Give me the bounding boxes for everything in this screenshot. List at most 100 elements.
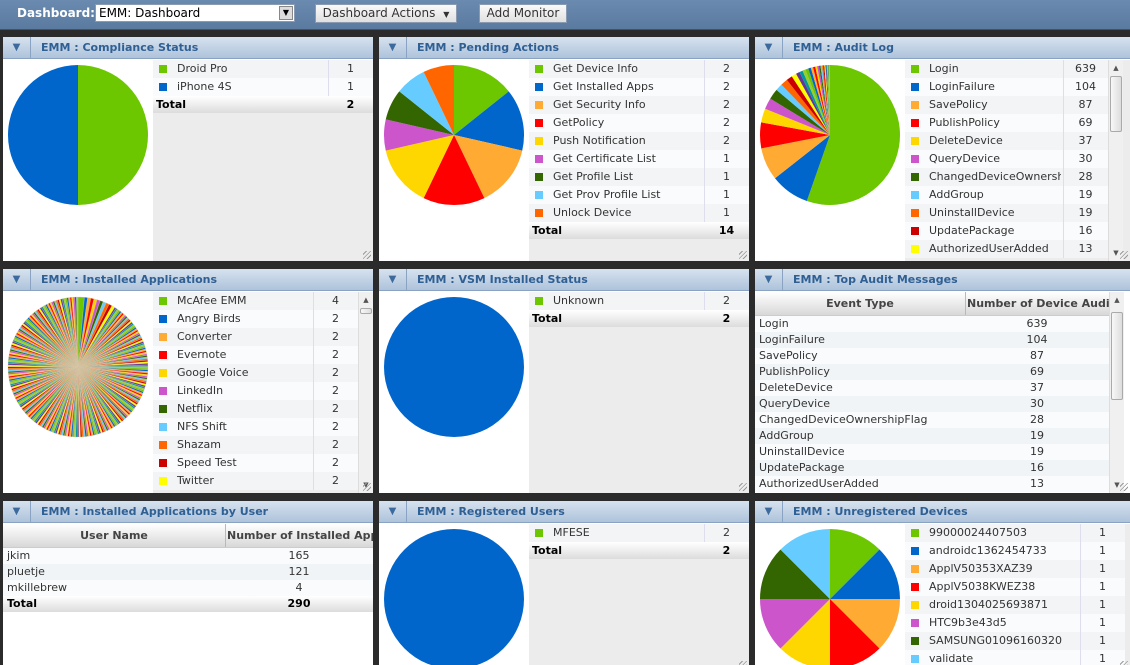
table-row[interactable]: UpdatePackage 16 <box>755 460 1109 476</box>
resize-grip-icon[interactable] <box>1120 661 1128 665</box>
legend-row[interactable]: AddGroup 19 <box>905 186 1108 204</box>
legend-row[interactable]: Droid Pro 1 <box>153 60 373 78</box>
table-row[interactable]: mkillebrew 4 <box>3 580 373 596</box>
table-row[interactable]: pluetje 121 <box>3 564 373 580</box>
legend-row[interactable]: GetPolicy 2 <box>529 114 749 132</box>
legend-row[interactable]: Shazam 2 <box>153 436 358 454</box>
table-row[interactable]: AuthorizedUserAdded 13 <box>755 476 1109 492</box>
chevron-down-icon: ▼ <box>443 10 450 19</box>
column-header[interactable]: Number of Installed Appli <box>227 524 373 548</box>
column-divider[interactable] <box>965 292 966 315</box>
pie-slice[interactable] <box>384 297 524 437</box>
collapse-triangle-icon[interactable]: ▼ <box>3 501 31 523</box>
scroll-up-icon[interactable]: ▲ <box>359 294 373 306</box>
legend-row[interactable]: LoginFailure 104 <box>905 78 1108 96</box>
legend-row[interactable]: NFS Shift 2 <box>153 418 358 436</box>
legend-row[interactable]: Get Certificate List 1 <box>529 150 749 168</box>
resize-grip-icon[interactable] <box>363 251 371 259</box>
column-header[interactable]: User Name <box>3 524 225 548</box>
resize-grip-icon[interactable] <box>739 661 747 665</box>
pie-slice[interactable] <box>384 529 524 665</box>
legend-row[interactable]: LinkedIn 2 <box>153 382 358 400</box>
legend-row[interactable]: ApplV50353XAZ39 1 <box>905 560 1125 578</box>
collapse-triangle-icon[interactable]: ▼ <box>755 501 783 523</box>
legend-row[interactable]: Twitter 2 <box>153 472 358 490</box>
legend-row[interactable]: ChangedDeviceOwnershi 28 <box>905 168 1108 186</box>
resize-grip-icon[interactable] <box>363 483 371 491</box>
legend-row[interactable]: Unknown 2 <box>529 292 749 310</box>
legend-row[interactable]: MFESE 2 <box>529 524 749 542</box>
scroll-up-icon[interactable]: ▲ <box>1109 62 1123 74</box>
resize-grip-icon[interactable] <box>739 483 747 491</box>
legend-row[interactable]: Unlock Device 1 <box>529 204 749 222</box>
resize-grip-icon[interactable] <box>739 251 747 259</box>
legend-row[interactable]: 99000024407503 1 <box>905 524 1125 542</box>
legend-row[interactable]: Get Profile List 1 <box>529 168 749 186</box>
column-header[interactable]: Event Type <box>755 292 965 316</box>
legend-row[interactable]: QueryDevice 30 <box>905 150 1108 168</box>
collapse-triangle-icon[interactable]: ▼ <box>379 269 407 291</box>
legend-row[interactable]: Google Voice 2 <box>153 364 358 382</box>
legend-row[interactable]: droid1304025693871 1 <box>905 596 1125 614</box>
legend-scrollbar[interactable]: ▲▼ <box>1108 60 1123 261</box>
collapse-triangle-icon[interactable]: ▼ <box>379 37 407 59</box>
legend-row[interactable]: validate 1 <box>905 650 1125 665</box>
resize-grip-icon[interactable] <box>1120 483 1128 491</box>
table-row[interactable]: AddGroup 19 <box>755 428 1109 444</box>
column-header[interactable]: Number of Device Audit <box>967 292 1109 316</box>
legend-row[interactable]: UpdatePackage 16 <box>905 222 1108 240</box>
legend-row[interactable]: McAfee EMM 4 <box>153 292 358 310</box>
scroll-up-icon[interactable]: ▲ <box>1110 294 1124 306</box>
legend-row[interactable]: Push Notification 2 <box>529 132 749 150</box>
table-row[interactable]: SavePolicy 87 <box>755 348 1109 364</box>
legend-row[interactable]: SAMSUNG01096160320 1 <box>905 632 1125 650</box>
scroll-thumb[interactable] <box>1111 312 1123 400</box>
legend-row[interactable]: SavePolicy 87 <box>905 96 1108 114</box>
table-row[interactable]: jkim 165 <box>3 548 373 564</box>
table-row[interactable]: LoginFailure 104 <box>755 332 1109 348</box>
legend-row[interactable]: Converter 2 <box>153 328 358 346</box>
legend-row[interactable]: androidc1362454733 1 <box>905 542 1125 560</box>
scroll-thumb[interactable] <box>1110 76 1122 132</box>
legend-row[interactable]: Speed Test 2 <box>153 454 358 472</box>
legend-row[interactable]: Get Device Info 2 <box>529 60 749 78</box>
legend-row[interactable]: Get Installed Apps 2 <box>529 78 749 96</box>
table-row[interactable]: Login 639 <box>755 316 1109 332</box>
legend-row[interactable]: Login 639 <box>905 60 1108 78</box>
collapse-triangle-icon[interactable]: ▼ <box>755 269 783 291</box>
scroll-thumb[interactable] <box>360 308 372 314</box>
table-row[interactable]: ChangedDeviceOwnershipFlag 28 <box>755 412 1109 428</box>
grid-scrollbar[interactable]: ▲ ▼ <box>1109 292 1124 493</box>
collapse-triangle-icon[interactable]: ▼ <box>3 37 31 59</box>
collapse-triangle-icon[interactable]: ▼ <box>379 501 407 523</box>
table-row[interactable]: UninstallDevice 19 <box>755 444 1109 460</box>
dashboard-select[interactable]: EMM: Dashboard ▼ <box>95 4 295 22</box>
column-divider[interactable] <box>225 524 226 547</box>
collapse-triangle-icon[interactable]: ▼ <box>3 269 31 291</box>
legend-row[interactable]: Get Security Info 2 <box>529 96 749 114</box>
legend-row[interactable]: Get Prov Profile List 1 <box>529 186 749 204</box>
table-row[interactable]: PublishPolicy 69 <box>755 364 1109 380</box>
dashboard-toolbar: Dashboard: EMM: Dashboard ▼ Dashboard Ac… <box>0 0 1130 30</box>
collapse-triangle-icon[interactable]: ▼ <box>755 37 783 59</box>
dashboard-actions-button[interactable]: Dashboard Actions ▼ <box>315 4 457 23</box>
legend-row[interactable]: Evernote 2 <box>153 346 358 364</box>
legend-row[interactable]: PublishPolicy 69 <box>905 114 1108 132</box>
legend-scrollbar[interactable]: ▲▼ <box>358 292 373 493</box>
legend-row[interactable]: Netflix 2 <box>153 400 358 418</box>
legend-row[interactable]: ApplV5038KWEZ38 1 <box>905 578 1125 596</box>
legend-row[interactable]: AuthorizedUserAdded 13 <box>905 240 1108 258</box>
resize-grip-icon[interactable] <box>1120 251 1128 259</box>
chevron-down-icon[interactable]: ▼ <box>279 6 293 20</box>
legend-row[interactable]: Angry Birds 2 <box>153 310 358 328</box>
pie-slice[interactable] <box>8 65 78 205</box>
legend-value: 2 <box>332 438 339 451</box>
add-monitor-button[interactable]: Add Monitor <box>479 4 567 23</box>
legend-row[interactable]: DeleteDevice 37 <box>905 132 1108 150</box>
pie-slice[interactable] <box>78 65 148 205</box>
table-row[interactable]: DeleteDevice 37 <box>755 380 1109 396</box>
table-row[interactable]: QueryDevice 30 <box>755 396 1109 412</box>
legend-row[interactable]: iPhone 4S 1 <box>153 78 373 96</box>
legend-row[interactable]: UninstallDevice 19 <box>905 204 1108 222</box>
legend-row[interactable]: HTC9b3e43d5 1 <box>905 614 1125 632</box>
